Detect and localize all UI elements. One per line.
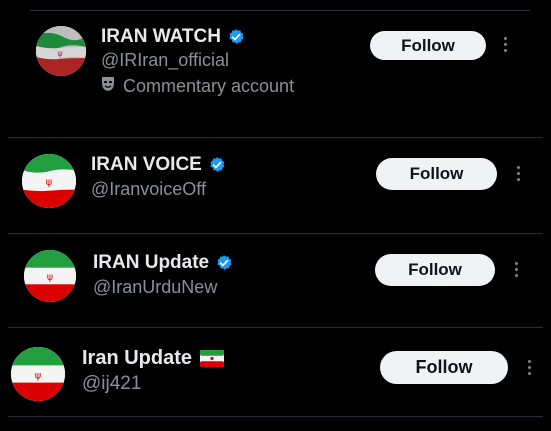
svg-text:ψ: ψ: [46, 177, 52, 188]
iran-flag-icon: ψ: [11, 347, 65, 401]
account-handle: @IranUrduNew: [93, 277, 218, 297]
avatar[interactable]: ψ: [11, 347, 65, 401]
mask-icon: [101, 76, 115, 97]
more-options-icon[interactable]: [510, 262, 522, 277]
commentary-label: Commentary account: [101, 76, 294, 97]
svg-text:ψ: ψ: [35, 370, 41, 381]
list-item[interactable]: ψ IRAN WATCH @IRIran_official Commentary…: [0, 0, 551, 137]
follow-button[interactable]: Follow: [376, 158, 497, 190]
more-options-icon[interactable]: [499, 37, 511, 52]
verified-badge-icon: [215, 254, 233, 272]
svg-text:ψ: ψ: [47, 272, 53, 283]
iran-flag-icon: ψ: [24, 250, 76, 302]
more-options-icon[interactable]: [512, 166, 524, 181]
label-text: Commentary account: [123, 76, 295, 96]
account-handle: @ij421: [82, 373, 142, 394]
more-options-icon[interactable]: [523, 360, 535, 375]
list-item[interactable]: ψ IRAN Update @IranUrduNew Follow: [0, 233, 551, 327]
account-name[interactable]: IRAN Update: [93, 252, 233, 274]
verified-badge-icon: [208, 156, 226, 174]
account-name[interactable]: IRAN WATCH: [101, 26, 245, 48]
follow-button[interactable]: Follow: [375, 254, 495, 286]
avatar[interactable]: ψ: [36, 26, 86, 76]
iran-flag-icon: ψ: [36, 26, 86, 76]
account-handle: @IranvoiceOff: [91, 179, 206, 199]
follow-button[interactable]: Follow: [370, 31, 486, 60]
account-name[interactable]: Iran Update: [82, 347, 225, 370]
avatar[interactable]: ψ: [24, 250, 76, 302]
account-name[interactable]: IRAN VOICE: [91, 154, 226, 176]
iran-flag-emoji-icon: [200, 350, 225, 367]
avatar[interactable]: ψ: [22, 154, 76, 208]
follow-button[interactable]: Follow: [380, 351, 508, 384]
divider: [8, 416, 543, 417]
iran-flag-icon: ψ: [22, 154, 76, 208]
list-item[interactable]: ψ IRAN VOICE @IranvoiceOff Follow: [0, 137, 551, 233]
verified-badge-icon: [227, 28, 245, 46]
account-handle: @IRIran_official: [101, 50, 229, 70]
list-item[interactable]: ψ Iran Update @ij421 Follow: [0, 327, 551, 416]
